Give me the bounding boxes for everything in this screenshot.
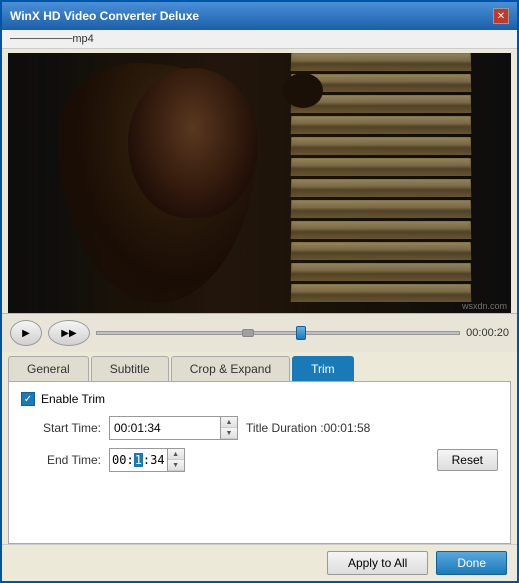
start-time-label: Start Time: (21, 421, 101, 435)
fast-forward-button[interactable]: ▶▶ (48, 320, 90, 346)
end-time-prefix: 00: (112, 453, 134, 467)
title-bar: WinX HD Video Converter Deluxe ✕ (2, 2, 517, 30)
bottom-bar: Apply to All Done (2, 544, 517, 581)
enable-trim-label: Enable Trim (41, 392, 105, 406)
file-bar: ────────mp4 (2, 30, 517, 49)
video-head (128, 68, 258, 218)
seek-bar[interactable] (96, 325, 460, 341)
end-time-up[interactable]: ▲ (168, 449, 184, 460)
end-time-suffix: :34 (143, 453, 165, 467)
tab-trim[interactable]: Trim (292, 356, 354, 381)
controls-bar: ▶ ▶▶ 00:00:20 (2, 313, 517, 352)
enable-trim-row: ✓ Enable Trim (21, 392, 498, 406)
enable-trim-checkbox[interactable]: ✓ (21, 392, 35, 406)
start-time-row: Start Time: ▲ ▼ Title Duration :00:01:58 (21, 416, 498, 440)
close-button[interactable]: ✕ (493, 8, 509, 24)
file-name: ────────mp4 (10, 33, 94, 45)
end-time-row: End Time: 00:1:34 ▲ ▼ Reset (21, 448, 498, 472)
video-preview: wsxdn.com (8, 53, 511, 313)
start-time-input[interactable] (110, 417, 220, 439)
start-time-input-wrapper[interactable]: ▲ ▼ (109, 416, 238, 440)
seek-track[interactable] (96, 331, 460, 335)
end-time-digit: 1 (134, 453, 143, 467)
seek-handle[interactable] (242, 329, 254, 337)
start-time-up[interactable]: ▲ (221, 417, 237, 428)
start-time-down[interactable]: ▼ (221, 428, 237, 439)
tab-general[interactable]: General (8, 356, 89, 381)
end-time-input-wrapper[interactable]: 00:1:34 ▲ ▼ (109, 448, 185, 472)
play-button[interactable]: ▶ (10, 320, 42, 346)
reset-button[interactable]: Reset (437, 449, 498, 471)
play-icon: ▶ (22, 328, 30, 339)
end-time-down[interactable]: ▼ (168, 460, 184, 471)
main-window: WinX HD Video Converter Deluxe ✕ ───────… (0, 0, 519, 583)
tab-crop-expand[interactable]: Crop & Expand (171, 356, 290, 381)
window-title: WinX HD Video Converter Deluxe (10, 9, 199, 23)
duration-label: Title Duration :00:01:58 (246, 421, 370, 435)
end-time-label: End Time: (21, 453, 101, 467)
tabs-row: General Subtitle Crop & Expand Trim (2, 352, 517, 381)
apply-to-all-button[interactable]: Apply to All (327, 551, 428, 575)
video-hair (283, 73, 323, 108)
fast-forward-icon: ▶▶ (61, 328, 76, 339)
tab-content-trim: ✓ Enable Trim Start Time: ▲ ▼ Title Dura… (8, 381, 511, 544)
end-time-spinners: ▲ ▼ (167, 449, 184, 471)
done-button[interactable]: Done (436, 551, 507, 575)
seek-thumb[interactable] (296, 326, 306, 340)
end-time-display: 00:1:34 (110, 453, 167, 467)
tab-subtitle[interactable]: Subtitle (91, 356, 169, 381)
start-time-spinners: ▲ ▼ (220, 417, 237, 439)
watermark: wsxdn.com (462, 301, 507, 311)
time-display: 00:00:20 (466, 327, 509, 339)
